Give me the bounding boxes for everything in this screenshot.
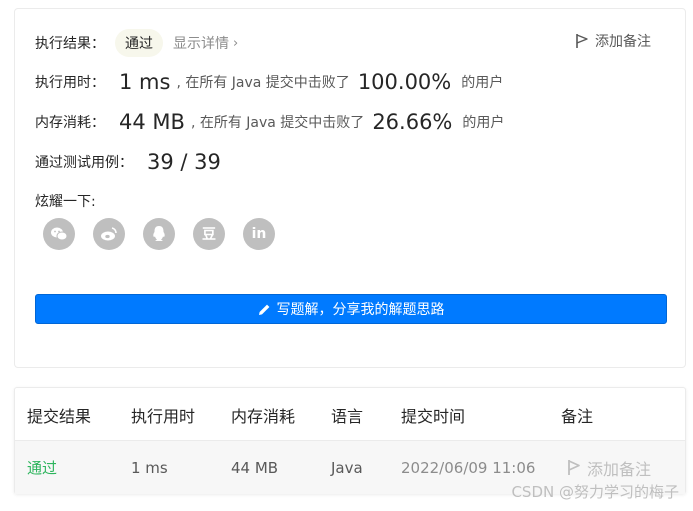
header-status: 提交结果: [27, 406, 92, 426]
memory-beat-suffix: 的用户: [462, 115, 505, 131]
table-header: 提交结果 执行用时 内存消耗 语言 提交时间 备注: [15, 388, 685, 441]
douban-icon[interactable]: 豆: [193, 218, 225, 250]
tests-row: 通过测试用例： 39 / 39: [35, 150, 227, 174]
memory-percent: 26.66%: [372, 110, 453, 134]
header-memory: 内存消耗: [231, 406, 296, 426]
row-language: Java: [331, 458, 363, 477]
chevron-right-icon: ›: [233, 35, 239, 51]
add-note-button[interactable]: 添加备注: [575, 31, 651, 51]
memory-beat-prefix: , 在所有 Java 提交中击败了: [190, 115, 365, 131]
write-solution-button[interactable]: 写题解，分享我的解题思路: [35, 294, 667, 324]
runtime-row: 执行用时： 1 ms , 在所有 Java 提交中击败了 100.00% 的用户: [35, 70, 503, 94]
show-details-link[interactable]: 显示详情 ›: [173, 33, 238, 53]
header-note: 备注: [561, 406, 594, 426]
tests-label: 通过测试用例：: [35, 155, 133, 171]
row-memory: 44 MB: [231, 458, 279, 477]
header-submit-time: 提交时间: [401, 406, 466, 426]
header-language: 语言: [331, 406, 364, 426]
runtime-beat-prefix: , 在所有 Java 提交中击败了: [176, 75, 350, 91]
linkedin-icon[interactable]: in: [243, 218, 275, 250]
write-solution-label: 写题解，分享我的解题思路: [276, 302, 445, 318]
runtime-beat-suffix: 的用户: [461, 75, 504, 91]
submission-table: 提交结果 执行用时 内存消耗 语言 提交时间 备注 通过 1 ms 44 MB …: [14, 387, 686, 494]
row-status-link[interactable]: 通过: [27, 441, 57, 494]
share-label: 炫耀一下:: [35, 194, 96, 210]
wechat-icon[interactable]: [43, 218, 75, 250]
weibo-icon[interactable]: [93, 218, 125, 250]
row-add-note-label: 添加备注: [587, 459, 652, 479]
show-details-label: 显示详情: [173, 36, 229, 52]
flag-icon: [576, 34, 588, 48]
header-runtime: 执行用时: [131, 406, 196, 426]
runtime-percent: 100.00%: [357, 70, 452, 94]
tests-value: 39 / 39: [147, 150, 221, 174]
row-runtime: 1 ms: [131, 458, 168, 477]
douban-glyph: 豆: [202, 227, 216, 243]
status-badge: 通过: [115, 29, 163, 57]
linkedin-glyph: in: [251, 226, 267, 242]
add-note-label: 添加备注: [595, 34, 651, 50]
result-card: 执行结果： 通过 显示详情 › 添加备注 执行用时： 1 ms , 在所有 Ja…: [14, 8, 686, 368]
memory-row: 内存消耗： 44 MB , 在所有 Java 提交中击败了 26.66% 的用户: [35, 110, 504, 134]
result-row: 执行结果： 通过 显示详情 ›: [35, 29, 238, 57]
share-icons: 豆 in: [43, 218, 275, 250]
memory-label: 内存消耗：: [35, 115, 105, 131]
runtime-value: 1 ms: [119, 70, 171, 94]
share-row: 炫耀一下:: [35, 191, 96, 211]
qq-icon[interactable]: [143, 218, 175, 250]
watermark: CSDN @努力学习的梅子: [511, 483, 679, 501]
memory-value: 44 MB: [119, 110, 185, 134]
runtime-label: 执行用时：: [35, 75, 105, 91]
flag-icon: [568, 460, 580, 475]
result-label: 执行结果：: [35, 36, 105, 52]
pencil-icon: [258, 304, 269, 315]
